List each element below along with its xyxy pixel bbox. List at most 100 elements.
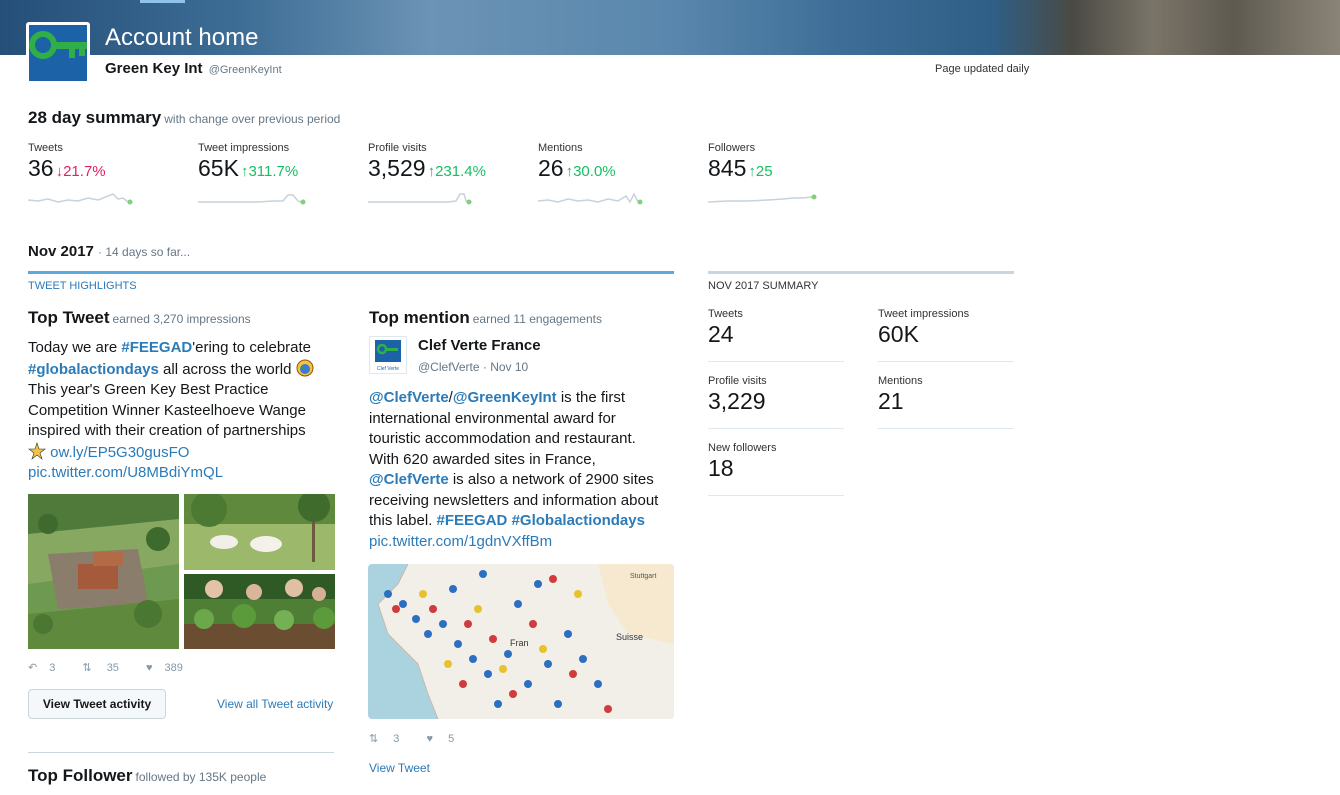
hashtag-link[interactable]: #FEEGAD xyxy=(121,339,192,356)
nov-summary-mentions: Mentions 21 xyxy=(878,375,1014,415)
tweet-photo-cows[interactable] xyxy=(184,494,335,570)
metric-value: 845 ↑25 xyxy=(708,155,858,182)
top-tweet-title-text: Top Tweet xyxy=(28,308,110,327)
top-follower-subtitle: followed by 135K people xyxy=(135,770,267,784)
hashtag-link[interactable]: #FEEGAD xyxy=(437,512,508,529)
metric-impressions: Tweet impressions 65K ↑311.7% xyxy=(198,142,348,206)
account-name[interactable]: Green Key Int @GreenKeyInt xyxy=(105,60,282,77)
green-key-icon xyxy=(29,25,87,81)
cows-field-image xyxy=(184,494,335,570)
reply-count: ↶ 3 xyxy=(28,662,67,674)
summary-label: Tweet impressions xyxy=(878,308,970,320)
metric-change: ↑30.0% xyxy=(565,163,616,180)
mention-avatar[interactable]: Clef Verte xyxy=(369,336,407,374)
sparkle-emoji-icon xyxy=(28,441,46,460)
tweet-photo-garden[interactable] xyxy=(184,574,335,649)
account-display-name: Green Key Int xyxy=(105,60,203,77)
sparkline-impressions xyxy=(198,194,306,205)
retweet-count: ⇅ 3 xyxy=(369,733,411,745)
summary-label: New followers xyxy=(708,442,777,454)
metric-value: 65K ↑311.7% xyxy=(198,155,348,182)
summary-value: 18 xyxy=(708,455,734,481)
metric-change: ↓21.7% xyxy=(55,163,106,180)
hashtag-link[interactable]: #globalactiondays xyxy=(28,361,159,378)
metric-label: Followers xyxy=(708,142,756,154)
tweet-text-part: this label. xyxy=(369,512,437,529)
vegetable-garden-image xyxy=(184,574,335,649)
tweet-link[interactable]: ow.ly/EP5G30gusFO xyxy=(50,444,189,461)
summary-label: Profile visits xyxy=(708,375,767,387)
tweet-pic-link[interactable]: pic.twitter.com/1gdnVXffBm xyxy=(369,533,552,550)
reply-count-value: 3 xyxy=(49,662,56,674)
retweet-count: ⇅ 35 xyxy=(82,662,131,674)
summary-subtitle: with change over previous period xyxy=(164,112,341,126)
tweet-line: Today we are #FEEGAD'ering to celebrate xyxy=(28,338,338,359)
map-label: Suisse xyxy=(616,632,643,642)
tweet-line: Competition Winner Kasteelhoeve Wange xyxy=(28,401,306,419)
tweet-line: @ClefVerte/@GreenKeyInt is the first xyxy=(369,388,679,409)
view-tweet-link[interactable]: View Tweet xyxy=(369,761,430,775)
mention-map-image[interactable]: Suisse Stuttgart Fran xyxy=(368,564,674,719)
metric-change: ↑25 xyxy=(748,163,773,180)
mention-link[interactable]: @ClefVerte xyxy=(369,389,449,406)
update-note: Page updated daily xyxy=(935,63,1030,75)
banner-tab-indicator xyxy=(140,0,185,3)
metric-number: 26 xyxy=(538,155,564,181)
globe-emoji-icon xyxy=(296,359,314,376)
tweet-pic-link[interactable]: pic.twitter.com/U8MBdiYmQL xyxy=(28,464,223,481)
metric-tweets: Tweets 36 ↓21.7% xyxy=(28,142,178,206)
sparkline-tweets xyxy=(28,193,133,205)
tweet-line: ow.ly/EP5G30gusFO xyxy=(28,441,338,464)
tweet-line: This year's Green Key Best Practice xyxy=(28,381,269,398)
nov-summary-divider xyxy=(708,271,1014,274)
top-mention-text: @ClefVerte/@GreenKeyInt is the first int… xyxy=(369,388,679,552)
like-count: ♥ 389 xyxy=(146,662,195,674)
metric-label: Tweet impressions xyxy=(198,142,290,154)
tweet-line: this label. #FEEGAD #Globalactiondays xyxy=(369,511,679,532)
account-avatar[interactable] xyxy=(26,22,90,84)
tweet-photo-aerial[interactable] xyxy=(28,494,179,649)
tweet-line: receiving newsletters and information ab… xyxy=(369,491,659,509)
top-tweet-stats: ↶ 3 ⇅ 35 ♥ 389 xyxy=(28,661,207,674)
top-mention-title: Top mention earned 11 engagements xyxy=(369,308,602,328)
view-tweet-activity-button[interactable]: View Tweet activity xyxy=(28,689,166,719)
france-map-image: Suisse Stuttgart Fran xyxy=(368,564,674,719)
like-count-value: 389 xyxy=(164,662,183,674)
metric-value: 36 ↓21.7% xyxy=(28,155,178,182)
mention-link[interactable]: @GreenKeyInt xyxy=(453,389,557,406)
tweet-line: inspired with their creation of partners… xyxy=(28,422,306,439)
metric-number: 845 xyxy=(708,155,747,181)
mention-link[interactable]: @ClefVerte xyxy=(369,471,449,488)
summary-value: 3,229 xyxy=(708,388,766,414)
month-title: Nov 2017 · 14 days so far... xyxy=(28,243,190,260)
top-mention-title-text: Top mention xyxy=(369,308,470,327)
sparkline-profile-visits xyxy=(368,193,472,205)
summary-value: 21 xyxy=(878,388,904,414)
metric-profile-visits: Profile visits 3,529 ↑231.4% xyxy=(368,142,518,206)
tweet-text-part: Today we are xyxy=(28,339,122,356)
highlights-heading: TWEET HIGHLIGHTS xyxy=(28,280,137,292)
top-tweet-title: Top Tweet earned 3,270 impressions xyxy=(28,308,251,328)
map-label: Fran xyxy=(510,638,529,648)
heart-icon: ♥ xyxy=(146,662,153,674)
hashtag-link[interactable]: #Globalactiondays xyxy=(512,512,645,529)
metric-number: 36 xyxy=(28,155,54,181)
farm-aerial-image xyxy=(28,494,179,649)
summary-label: Tweets xyxy=(708,308,743,320)
top-tweet-text: Today we are #FEEGAD'ering to celebrate … xyxy=(28,338,338,484)
like-count: ♥ 5 xyxy=(426,733,466,745)
summary-title: 28 day summary with change over previous … xyxy=(28,108,340,128)
like-count-value: 5 xyxy=(448,733,455,745)
metric-number: 3,529 xyxy=(368,155,426,181)
summary-value: 60K xyxy=(878,321,919,347)
tweet-line: pic.twitter.com/U8MBdiYmQL xyxy=(28,463,338,484)
heart-icon: ♥ xyxy=(426,733,433,745)
retweet-count-value: 3 xyxy=(393,733,400,745)
metric-label: Profile visits xyxy=(368,142,427,154)
view-all-tweet-activity-link[interactable]: View all Tweet activity xyxy=(217,697,333,711)
tweet-line: @ClefVerte is also a network of 2900 sit… xyxy=(369,470,679,491)
summary-separator xyxy=(708,428,844,429)
nov-summary-tweets: Tweets 24 xyxy=(708,308,844,348)
summary-label: Mentions xyxy=(878,375,923,387)
mention-author-name[interactable]: Clef Verte France xyxy=(418,337,541,354)
